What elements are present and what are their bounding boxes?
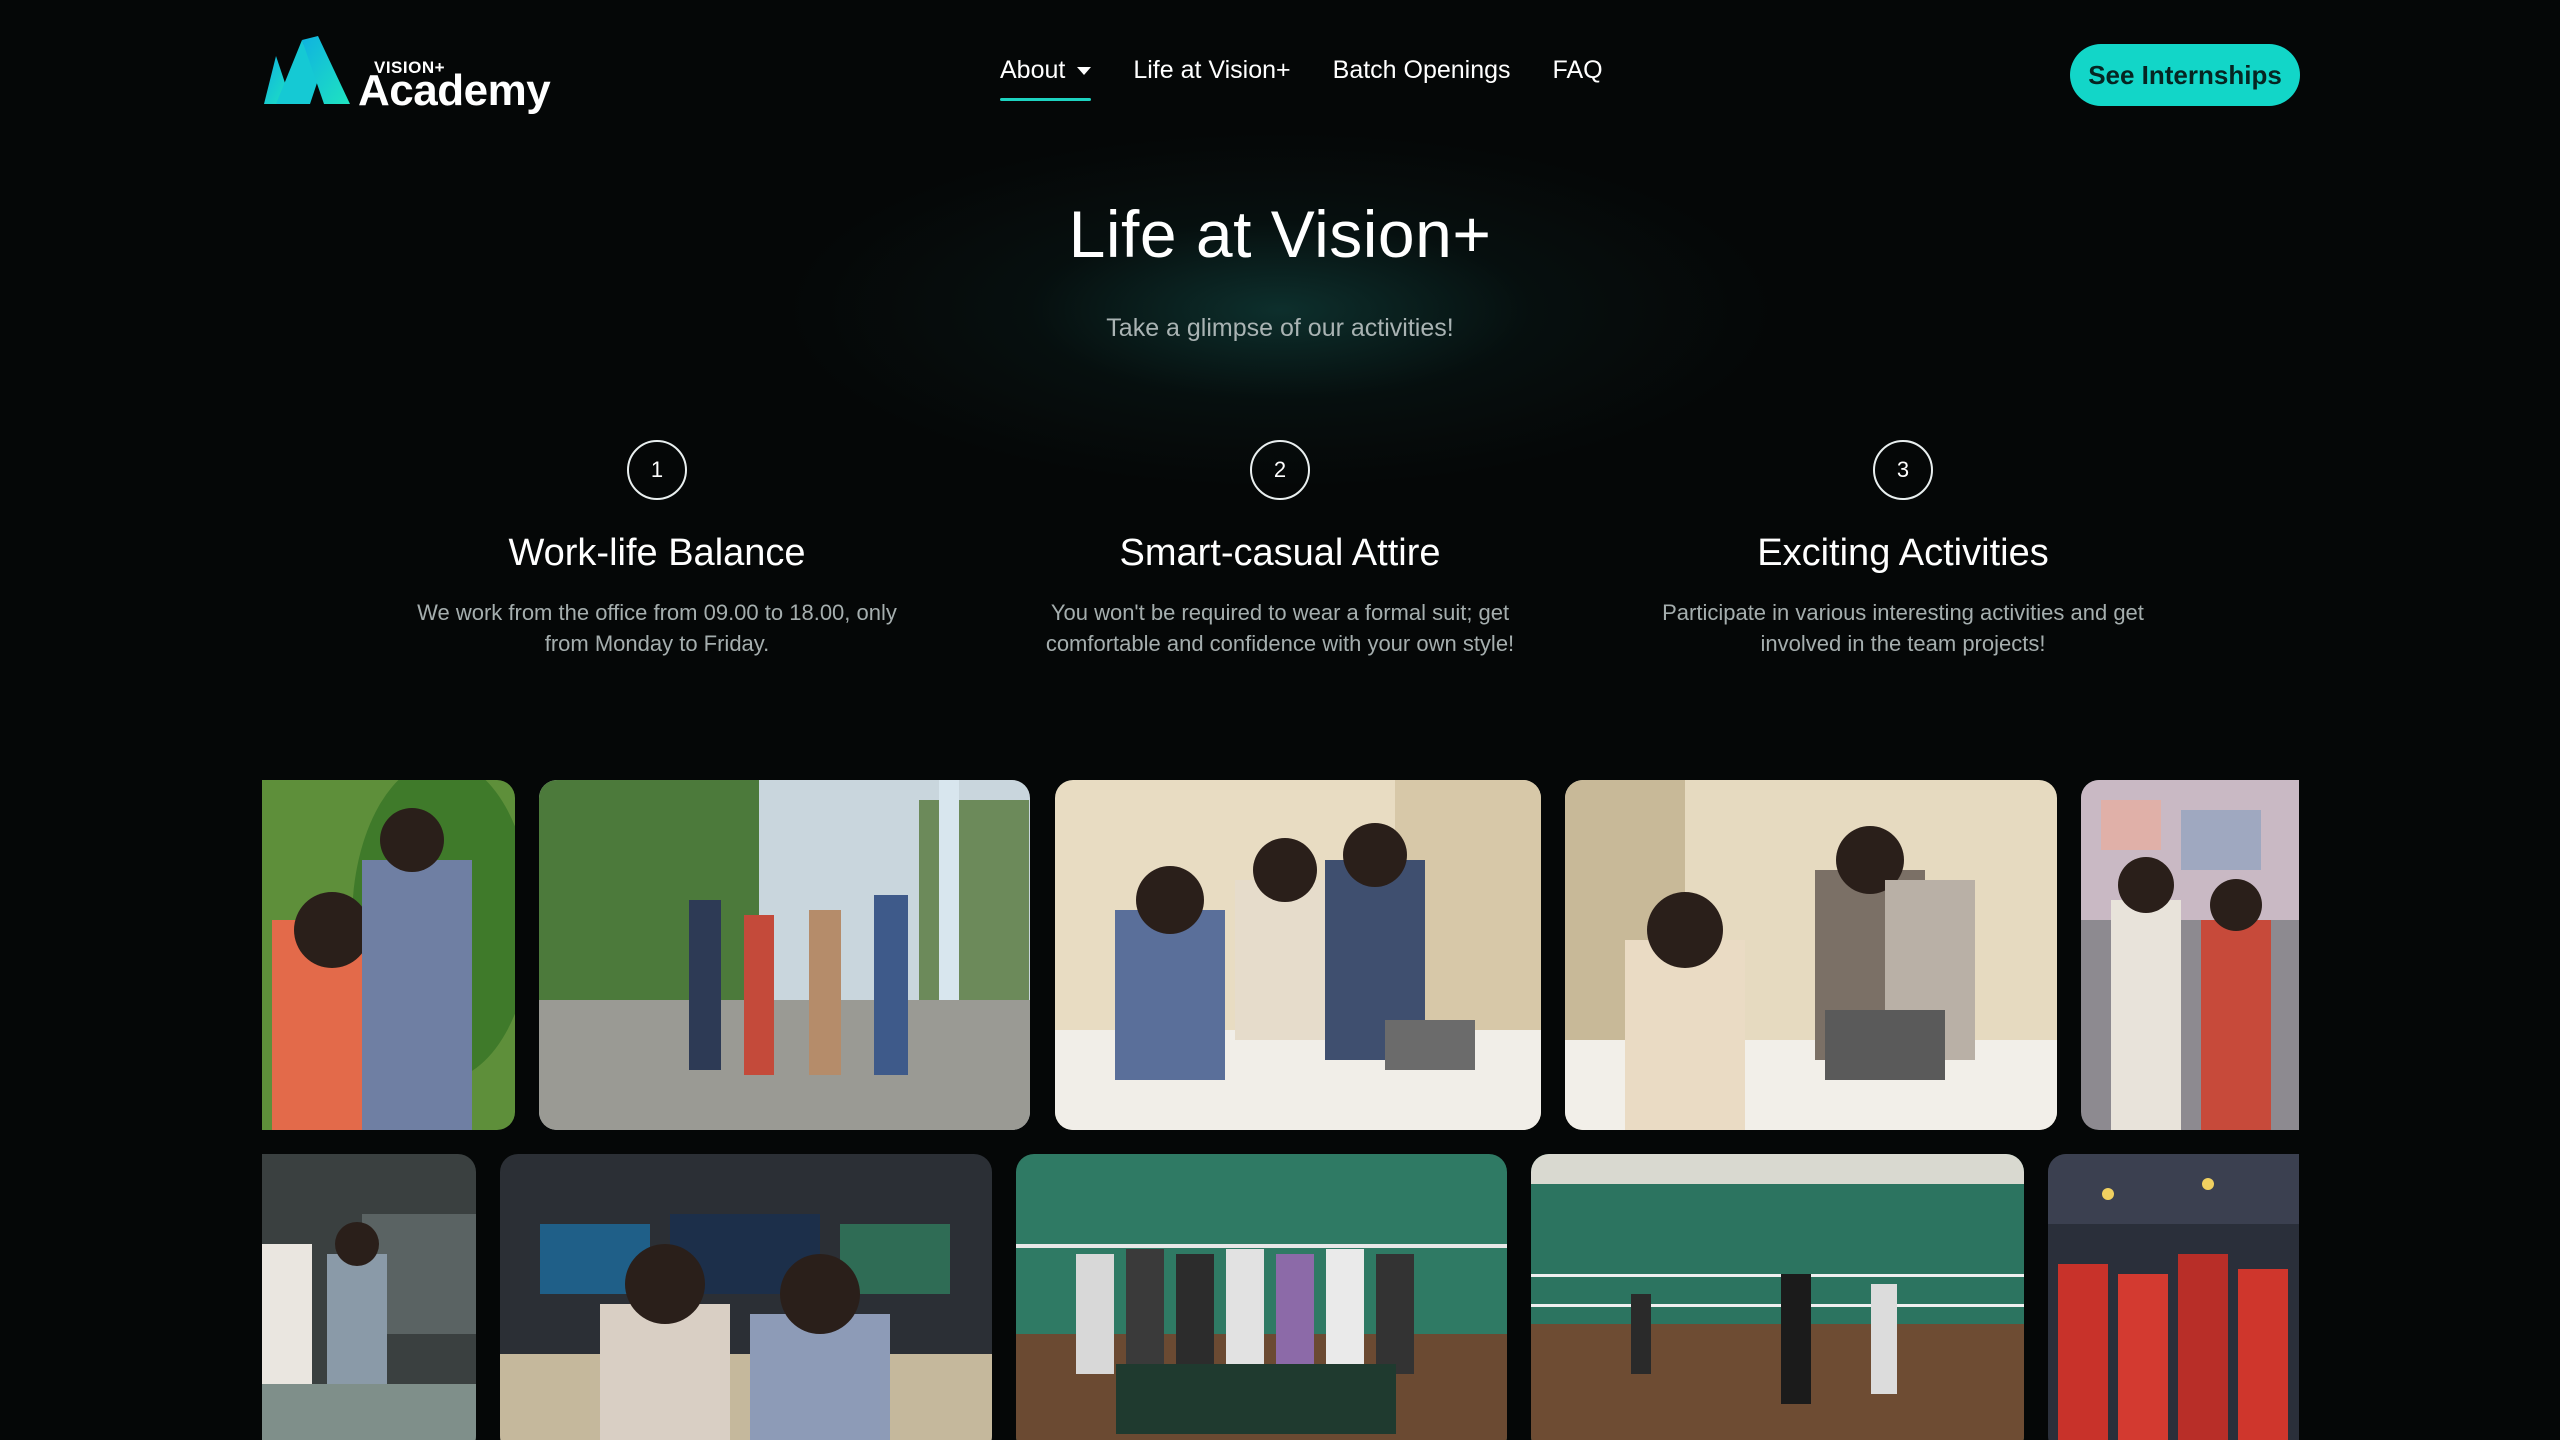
- feature-exciting-activities: 3 Exciting Activities Participate in var…: [1633, 440, 2173, 659]
- feature-work-life-balance: 1 Work-life Balance We work from the off…: [387, 440, 927, 659]
- feature-smart-casual-attire: 2 Smart-casual Attire You won't be requi…: [1010, 440, 1550, 659]
- feature-desc-line: You won't be required to wear a formal s…: [1050, 600, 1510, 625]
- logo-mark-icon: [264, 36, 350, 104]
- chevron-down-icon: [1077, 66, 1092, 75]
- hero-glow: [780, 130, 1780, 490]
- feature-desc-line: involved in the team projects!: [1760, 631, 2046, 656]
- nav-about[interactable]: About: [1000, 56, 1092, 101]
- feature-title: Smart-casual Attire: [1119, 532, 1441, 574]
- gallery-photo-badminton-group: [1016, 1154, 1507, 1440]
- gallery-photo-event-hall: [2048, 1154, 2299, 1440]
- feature-number-badge: 1: [627, 440, 687, 500]
- feature-desc-line: from Monday to Friday.: [544, 631, 770, 656]
- see-internships-button[interactable]: See Internships: [2070, 44, 2300, 106]
- gallery-photo-badminton-play: [1531, 1154, 2024, 1440]
- feature-description: You won't be required to wear a formal s…: [1010, 597, 1550, 659]
- gallery-photo-lobby-screens: [2081, 780, 2299, 1130]
- gallery-photo-outdoor-greenery: [262, 780, 515, 1130]
- page-subtitle: Take a glimpse of our activities!: [1106, 314, 1454, 342]
- gallery-photo-office-meeting: [1055, 780, 1541, 1130]
- photo-gallery: [262, 780, 2299, 1440]
- nav-life-at-vision[interactable]: Life at Vision+: [1133, 56, 1290, 85]
- nav-batch-label: Batch Openings: [1332, 56, 1511, 84]
- feature-desc-line: We work from the office from 09.00 to 18…: [417, 600, 897, 625]
- gallery-photo-office-laptop: [1565, 780, 2057, 1130]
- feature-title: Exciting Activities: [1757, 532, 2049, 574]
- page-title: Life at Vision+: [1068, 197, 1492, 271]
- gallery-photo-control-room: [500, 1154, 992, 1440]
- feature-description: Participate in various interesting activ…: [1633, 597, 2173, 659]
- nav-life-label: Life at Vision+: [1133, 56, 1291, 84]
- feature-number-badge: 2: [1250, 440, 1310, 500]
- gallery-photo-innovation-center: [262, 1154, 476, 1440]
- nav-about-label: About: [1000, 56, 1066, 84]
- gallery-photo-outdoor-walk: [539, 780, 1030, 1130]
- logo-main-text: Academy: [358, 66, 551, 115]
- feature-desc-line: Participate in various interesting activ…: [1662, 600, 2144, 625]
- nav-batch-openings[interactable]: Batch Openings: [1333, 56, 1511, 85]
- feature-number-badge: 3: [1873, 440, 1933, 500]
- main-nav: About Life at Vision+ Batch Openings FAQ: [1000, 56, 1603, 101]
- feature-title: Work-life Balance: [508, 532, 806, 574]
- nav-faq-label: FAQ: [1552, 56, 1603, 84]
- feature-desc-line: comfortable and confidence with your own…: [1045, 631, 1515, 656]
- nav-faq[interactable]: FAQ: [1553, 56, 1603, 85]
- feature-description: We work from the office from 09.00 to 18…: [387, 597, 927, 659]
- vision-academy-logo[interactable]: VISION+ Academy: [262, 36, 551, 116]
- page: VISION+ Academy About Life at Vision+ Ba…: [0, 0, 2560, 1440]
